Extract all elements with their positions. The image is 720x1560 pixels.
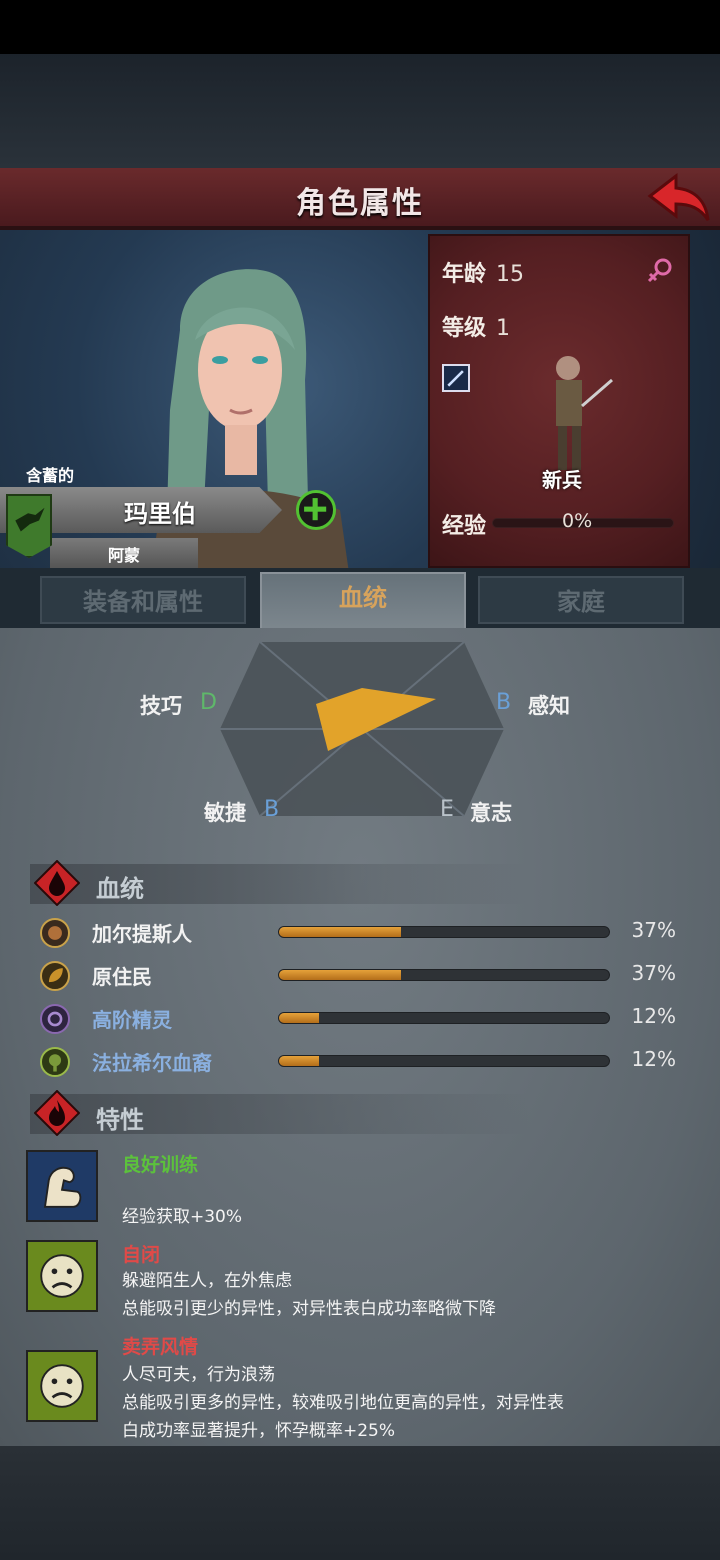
age-value: 15: [496, 262, 525, 287]
lineage-row: 法拉希尔血裔 12%: [40, 1045, 680, 1079]
tab-equipment[interactable]: 装备和属性: [40, 576, 246, 624]
character-info-card: 年龄 15 等级 1 新兵 经验 0%: [428, 234, 690, 568]
radar-perception-grade: B: [496, 690, 512, 715]
level-label: 等级: [442, 316, 487, 341]
tab-family[interactable]: 家庭: [478, 576, 684, 624]
trait-item[interactable]: 良好训练 经验获取+30%: [26, 1150, 696, 1230]
exp-value: 0%: [562, 510, 593, 532]
trait-description: 人尽可夫，行为浪荡: [122, 1365, 275, 1385]
header-background: [0, 54, 720, 168]
trait-name: 自闭: [122, 1244, 161, 1266]
lineage-row: 原住民 37%: [40, 959, 680, 993]
lineage-name: 原住民: [92, 965, 152, 989]
lineage-name: 高阶精灵: [92, 1008, 172, 1032]
lineage-percent: 12%: [631, 1004, 676, 1028]
trait-description: 躲避陌生人，在外焦虑: [122, 1271, 292, 1291]
sad-face-icon: [26, 1350, 98, 1422]
back-arrow-icon[interactable]: [646, 170, 712, 224]
attribute-radar: [220, 641, 504, 817]
lineage-progress-bar: [278, 969, 610, 981]
bird-emblem-icon: [6, 494, 52, 558]
tree-icon: [40, 1047, 70, 1077]
tab-lineage[interactable]: 血统: [260, 572, 466, 632]
lineage-name: 加尔提斯人: [92, 922, 192, 946]
lineage-row: 加尔提斯人 37%: [40, 916, 680, 950]
female-gender-icon: [647, 258, 672, 283]
status-bar: [0, 0, 720, 54]
lineage-title: 血统: [96, 875, 144, 903]
lineage-name: 法拉希尔血裔: [92, 1051, 212, 1075]
trait-effect: 总能吸引更少的异性，对异性表白成功率略微下降: [122, 1299, 496, 1319]
spiral-icon: [40, 1004, 70, 1034]
sad-face-icon: [26, 1240, 98, 1312]
traits-title: 特性: [96, 1106, 144, 1134]
lineage-percent: 12%: [631, 1047, 676, 1071]
galtis-icon: [40, 918, 70, 948]
character-nickname: 含蓄的: [26, 466, 75, 485]
add-icon[interactable]: [296, 490, 336, 530]
lineage-percent: 37%: [631, 918, 676, 942]
bottom-area: [0, 1446, 720, 1560]
family-name: 阿蒙: [107, 546, 140, 565]
character-name[interactable]: 玛里伯: [70, 494, 250, 529]
trait-effect-continued: 白成功率显著提升，怀孕概率+25%: [122, 1421, 396, 1441]
trait-item[interactable]: 卖弄风情 人尽可夫，行为浪荡 总能吸引更多的异性，较难吸引地位更高的异性，对异性…: [26, 1332, 696, 1441]
radar-skill-grade: D: [200, 690, 217, 715]
radar-will-grade: E: [440, 797, 454, 822]
level-value: 1: [496, 316, 511, 341]
radar-agility-grade: B: [264, 797, 280, 822]
trait-description: 经验获取+30%: [122, 1207, 243, 1227]
trait-item[interactable]: 自闭 躲避陌生人，在外焦虑 总能吸引更少的异性，对异性表白成功率略微下降: [26, 1240, 696, 1320]
flame-icon: [34, 1090, 80, 1136]
radar-agility-label: 敏捷: [204, 801, 246, 825]
blood-drop-icon: [34, 860, 80, 906]
lineage-row: 高阶精灵 12%: [40, 1002, 680, 1036]
trait-name: 良好训练: [122, 1154, 199, 1176]
lineage-progress-bar: [278, 1012, 610, 1024]
radar-will-label: 意志: [470, 801, 512, 825]
age-label: 年龄: [442, 262, 487, 287]
page-title: 角色属性: [296, 186, 424, 221]
trait-name: 卖弄风情: [122, 1336, 199, 1358]
strong-arm-icon: [26, 1150, 98, 1222]
lineage-progress-bar: [278, 1055, 610, 1067]
leaf-icon: [40, 961, 70, 991]
lineage-progress-bar: [278, 926, 610, 938]
sword-class-icon: [442, 364, 470, 392]
title-bar: 角色属性: [0, 168, 720, 230]
exp-label: 经验: [442, 514, 487, 539]
class-name: 新兵: [542, 468, 582, 492]
lineage-percent: 37%: [631, 961, 676, 985]
trait-effect: 总能吸引更多的异性，较难吸引地位更高的异性，对异性表: [122, 1393, 564, 1413]
radar-perception-label: 感知: [528, 694, 570, 718]
radar-skill-label: 技巧: [140, 694, 182, 718]
